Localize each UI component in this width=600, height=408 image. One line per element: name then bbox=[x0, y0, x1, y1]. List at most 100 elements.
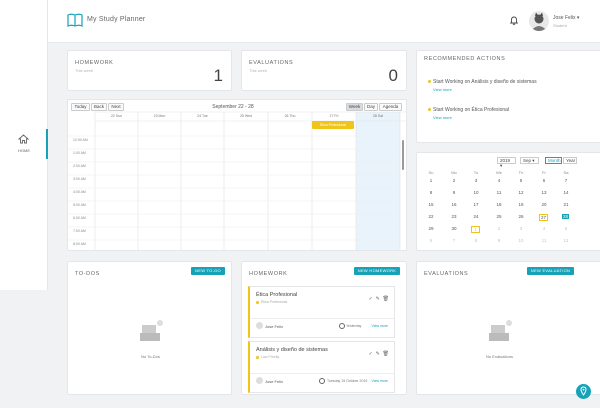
calendar-day[interactable]: 28 bbox=[562, 214, 569, 219]
day-header[interactable]: 22 Sun bbox=[95, 114, 138, 118]
user-role: Student bbox=[553, 23, 567, 28]
time-label: 2:00 AM bbox=[73, 164, 86, 168]
calendar-day[interactable]: 9 bbox=[443, 190, 465, 195]
sidebar-item-home[interactable]: HOME bbox=[0, 129, 48, 159]
day-header[interactable]: 26 Thu bbox=[268, 114, 312, 118]
calendar-day[interactable]: 5 bbox=[555, 226, 577, 231]
calendar-day[interactable]: 4 bbox=[533, 226, 555, 231]
calendar-day[interactable]: 14 bbox=[555, 190, 577, 195]
year-select[interactable]: 2019 ▾ bbox=[497, 157, 516, 168]
recommended-actions-card: RECOMMENDED ACTIONS Start Working on Aná… bbox=[416, 50, 600, 143]
view-more-link[interactable]: View more bbox=[372, 379, 388, 383]
calendar-day[interactable]: 19 bbox=[510, 202, 532, 207]
calendar-day[interactable]: 7 bbox=[555, 178, 577, 183]
avatar[interactable] bbox=[529, 11, 549, 31]
calendar-day[interactable]: 29 bbox=[420, 226, 442, 231]
calendar-day[interactable]: 27 bbox=[539, 214, 548, 221]
new-evaluation-button[interactable]: NEW EVALUATION bbox=[527, 267, 574, 275]
clock-icon bbox=[319, 378, 325, 384]
check-icon[interactable]: ✓ bbox=[369, 296, 373, 302]
card-title: TO-DOS bbox=[75, 271, 100, 277]
day-header[interactable]: 27 Fri bbox=[312, 114, 356, 118]
edit-icon[interactable]: ✎ bbox=[376, 351, 380, 357]
evaluations-count: 0 bbox=[388, 66, 398, 85]
homework-subject: Low Priority bbox=[256, 355, 279, 359]
calendar-day[interactable]: 6 bbox=[420, 238, 442, 243]
homework-item[interactable]: Ética Profesional Ética Profesional ✓ ✎ … bbox=[248, 286, 395, 338]
calendar-day[interactable]: 1 bbox=[471, 226, 480, 233]
card-title: EVALUATIONS bbox=[249, 60, 294, 66]
calendar-day[interactable]: 7 bbox=[443, 238, 465, 243]
calendar-day[interactable]: 3 bbox=[510, 226, 532, 231]
check-icon[interactable]: ✓ bbox=[369, 351, 373, 357]
calendar-day[interactable]: 13 bbox=[533, 190, 555, 195]
day-header[interactable]: 24 Tue bbox=[181, 114, 224, 118]
todos-card: TO-DOS NEW TO-DO No To-Dos bbox=[67, 261, 232, 395]
calendar-day[interactable]: 10 bbox=[465, 190, 487, 195]
homework-user: Jose Felix bbox=[265, 324, 284, 329]
calendar-day[interactable]: 25 bbox=[488, 214, 510, 219]
location-button[interactable] bbox=[576, 384, 591, 399]
calendar-day[interactable]: 5 bbox=[510, 178, 532, 183]
dow-label: Tu bbox=[473, 170, 479, 175]
calendar-day[interactable]: 22 bbox=[420, 214, 442, 219]
calendar-day[interactable]: 16 bbox=[443, 202, 465, 207]
homework-title: Análisis y diseño de sistemas bbox=[256, 347, 328, 353]
calendar-day[interactable]: 11 bbox=[488, 190, 510, 195]
calendar-day[interactable]: 21 bbox=[555, 202, 577, 207]
new-homework-button[interactable]: NEW HOMEWORK bbox=[354, 267, 400, 275]
month-select[interactable]: Sep ▾ bbox=[520, 157, 539, 164]
calendar-event[interactable]: Ética Profesional bbox=[312, 121, 354, 129]
priority-dot bbox=[256, 300, 259, 304]
month-view-button[interactable]: Month bbox=[545, 157, 562, 164]
calendar-day[interactable]: 30 bbox=[443, 226, 465, 231]
calendar-day[interactable]: 2 bbox=[488, 226, 510, 231]
view-more-link[interactable]: View more bbox=[433, 87, 452, 92]
bell-icon[interactable] bbox=[510, 16, 518, 25]
calendar-day[interactable]: 26 bbox=[510, 214, 532, 219]
year-view-button[interactable]: Year bbox=[563, 157, 577, 164]
calendar-day[interactable]: 15 bbox=[420, 202, 442, 207]
user-avatar-icon bbox=[531, 12, 547, 31]
homework-summary-card: HOMEWORK This week 1 bbox=[67, 50, 232, 91]
trash-icon[interactable]: 🗑 bbox=[383, 351, 389, 357]
time-label: 3:00 AM bbox=[73, 177, 86, 181]
calendar-day[interactable]: 1 bbox=[420, 178, 442, 183]
user-name[interactable]: Jose Felix ▾ bbox=[553, 15, 579, 21]
day-header[interactable]: 23 Mon bbox=[138, 114, 181, 118]
book-icon bbox=[67, 13, 83, 27]
top-bar: My Study Planner Jose Felix ▾ Student bbox=[48, 0, 600, 43]
view-more-link[interactable]: View more bbox=[372, 324, 388, 328]
calendar-day[interactable]: 9 bbox=[488, 238, 510, 243]
calendar-day[interactable]: 8 bbox=[420, 190, 442, 195]
new-todo-button[interactable]: NEW TO-DO bbox=[191, 267, 225, 275]
homework-item[interactable]: Análisis y diseño de sistemas Low Priori… bbox=[248, 341, 395, 393]
dow-label: Th bbox=[518, 170, 524, 175]
calendar-day[interactable]: 10 bbox=[510, 238, 532, 243]
evaluations-summary-card: EVALUATIONS This week 0 bbox=[241, 50, 407, 91]
calendar-day[interactable]: 8 bbox=[465, 238, 487, 243]
calendar-day[interactable]: 2 bbox=[443, 178, 465, 183]
view-more-link[interactable]: View more bbox=[433, 115, 452, 120]
week-calendar-card: Today Back Next September 22 - 28 Week D… bbox=[67, 99, 407, 251]
day-header[interactable]: 25 Wed bbox=[224, 114, 268, 118]
card-title: HOMEWORK bbox=[249, 271, 288, 277]
calendar-day[interactable]: 12 bbox=[555, 238, 577, 243]
calendar-day[interactable]: 18 bbox=[488, 202, 510, 207]
calendar-grid bbox=[68, 111, 406, 250]
day-header[interactable]: 28 Sat bbox=[356, 114, 400, 118]
calendar-day[interactable]: 24 bbox=[465, 214, 487, 219]
calendar-day[interactable]: 4 bbox=[488, 178, 510, 183]
homework-subject: Ética Profesional bbox=[256, 300, 287, 304]
trash-icon[interactable]: 🗑 bbox=[383, 296, 389, 302]
calendar-day[interactable]: 6 bbox=[533, 178, 555, 183]
calendar-day[interactable]: 20 bbox=[533, 202, 555, 207]
calendar-day[interactable]: 11 bbox=[533, 238, 555, 243]
app-title: My Study Planner bbox=[87, 16, 146, 23]
sidebar: HOME bbox=[0, 0, 48, 290]
calendar-day[interactable]: 12 bbox=[510, 190, 532, 195]
edit-icon[interactable]: ✎ bbox=[376, 296, 380, 302]
calendar-day[interactable]: 23 bbox=[443, 214, 465, 219]
calendar-day[interactable]: 3 bbox=[465, 178, 487, 183]
calendar-day[interactable]: 17 bbox=[465, 202, 487, 207]
